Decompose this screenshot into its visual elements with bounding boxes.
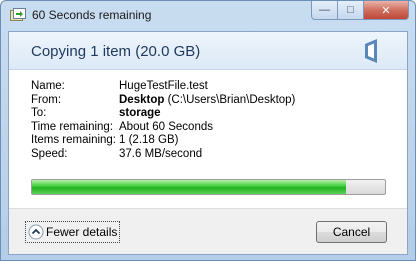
detail-row-time: Time remaining: About 60 Seconds	[31, 121, 391, 135]
to-label: To:	[31, 107, 47, 119]
time-remaining-value: About 60 Seconds	[119, 120, 213, 133]
copy-folder-icon	[10, 8, 26, 21]
cancel-button[interactable]: Cancel	[316, 221, 387, 243]
copy-status-title: Copying 1 item (20.0 GB)	[31, 43, 201, 60]
speed-value: 37.6 MB/second	[119, 147, 203, 160]
minimize-button[interactable]: —	[311, 1, 338, 20]
copy-dialog-window: 60 Seconds remaining — □ ✕ Copying 1 ite…	[0, 0, 416, 261]
window-title: 60 Seconds remaining	[32, 8, 152, 22]
detail-row-to: To: storage	[31, 107, 391, 121]
dialog-header: Copying 1 item (20.0 GB)	[9, 32, 407, 70]
name-label: Name:	[31, 80, 65, 92]
detail-row-speed: Speed: 37.6 MB/second	[31, 148, 391, 162]
minimize-icon: —	[319, 4, 330, 16]
fewer-details-toggle[interactable]: Fewer details	[25, 221, 121, 243]
title-bar[interactable]: 60 Seconds remaining — □ ✕	[1, 1, 415, 31]
items-remaining-value: 1 (2.18 GB)	[119, 134, 179, 146]
close-icon: ✕	[381, 4, 391, 17]
from-path: (C:\Users\Brian\Desktop)	[167, 93, 296, 106]
items-remaining-label: Items remaining:	[31, 134, 117, 146]
dialog-body: Copying 1 item (20.0 GB) Name: HugeTestF…	[8, 31, 408, 255]
close-button[interactable]: ✕	[364, 1, 409, 20]
detail-row-from: From: Desktop (C:\Users\Brian\Desktop)	[31, 94, 391, 108]
to-value: storage	[119, 107, 161, 119]
speed-label: Speed:	[31, 147, 68, 160]
from-value: Desktop (C:\Users\Brian\Desktop)	[119, 94, 295, 108]
maximize-icon: □	[347, 4, 354, 16]
copy-progress-bar	[31, 179, 386, 195]
progress-fill	[32, 180, 347, 194]
dialog-footer: Fewer details Cancel	[9, 208, 407, 254]
chevron-up-icon	[28, 224, 44, 240]
maximize-button[interactable]: □	[338, 1, 364, 20]
time-remaining-label: Time remaining:	[31, 120, 114, 133]
caption-buttons: — □ ✕	[311, 1, 409, 20]
fewer-details-label: Fewer details	[46, 225, 118, 239]
copy-details: Name: HugeTestFile.test From: Desktop (C…	[31, 80, 391, 161]
from-location: Desktop	[119, 93, 165, 106]
windows-logo-icon	[365, 39, 377, 63]
detail-row-items: Items remaining: 1 (2.18 GB)	[31, 134, 391, 148]
from-label: From:	[31, 93, 62, 106]
detail-row-name: Name: HugeTestFile.test	[31, 80, 391, 94]
name-value: HugeTestFile.test	[119, 80, 208, 92]
